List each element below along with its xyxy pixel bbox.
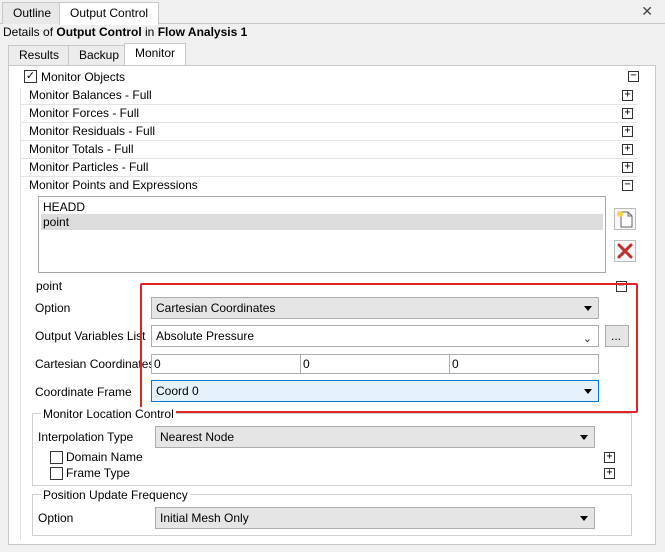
- details-object: Output Control: [56, 25, 142, 39]
- collapse-icon[interactable]: −: [622, 180, 633, 191]
- expand-icon[interactable]: +: [604, 468, 615, 479]
- update-option-value: Initial Mesh Only: [160, 511, 249, 525]
- new-item-button[interactable]: [614, 208, 636, 230]
- dropdown-arrow-icon: [580, 435, 588, 440]
- expand-icon[interactable]: +: [622, 162, 633, 173]
- delete-button[interactable]: [614, 240, 636, 262]
- points-listbox[interactable]: HEADD point: [38, 196, 606, 273]
- monitor-location-title: Monitor Location Control: [41, 407, 176, 421]
- new-item-icon: [617, 211, 633, 228]
- section-monitor-residuals[interactable]: Monitor Residuals - Full: [29, 123, 155, 139]
- section-monitor-points[interactable]: Monitor Points and Expressions: [29, 177, 198, 193]
- details-analysis: Flow Analysis 1: [157, 25, 248, 39]
- section-monitor-balances[interactable]: Monitor Balances - Full: [29, 87, 152, 103]
- interpolation-value: Nearest Node: [160, 430, 235, 444]
- tab-outline[interactable]: Outline: [2, 2, 63, 24]
- collapse-icon[interactable]: −: [628, 71, 639, 82]
- update-option-select[interactable]: Initial Mesh Only: [155, 507, 595, 529]
- expand-icon[interactable]: +: [604, 452, 615, 463]
- domain-name-checkbox[interactable]: [50, 451, 63, 464]
- output-vars-label: Output Variables List: [35, 329, 146, 343]
- option-label: Option: [35, 301, 71, 315]
- delete-icon: [617, 243, 633, 259]
- expand-icon[interactable]: +: [622, 90, 633, 101]
- expand-icon[interactable]: +: [622, 126, 633, 137]
- list-item-selected[interactable]: point: [41, 214, 603, 230]
- interpolation-label: Interpolation Type: [38, 430, 134, 444]
- details-header: Details of Output Control in Flow Analys…: [3, 24, 247, 40]
- domain-name-label: Domain Name: [66, 450, 143, 464]
- dropdown-arrow-icon: [580, 516, 588, 521]
- monitor-objects-label: Monitor Objects: [41, 70, 126, 84]
- close-icon[interactable]: ✕: [641, 3, 653, 20]
- section-monitor-particles[interactable]: Monitor Particles - Full: [29, 159, 148, 175]
- highlight-box: [140, 283, 638, 413]
- list-item[interactable]: HEADD: [41, 199, 603, 215]
- cartesian-label: Cartesian Coordinates: [35, 357, 155, 371]
- frame-type-label: Frame Type: [66, 466, 130, 480]
- coordinate-frame-label: Coordinate Frame: [35, 385, 132, 399]
- expand-icon[interactable]: +: [622, 144, 633, 155]
- tab-output-control[interactable]: Output Control: [59, 2, 160, 25]
- details-prefix: Details of: [3, 25, 57, 39]
- tab-results[interactable]: Results: [8, 45, 71, 65]
- monitor-objects-checkbox[interactable]: ✓: [24, 70, 37, 83]
- expand-icon[interactable]: +: [622, 108, 633, 119]
- section-monitor-totals[interactable]: Monitor Totals - Full: [29, 141, 133, 157]
- frame-type-checkbox[interactable]: [50, 467, 63, 480]
- update-option-label: Option: [38, 511, 74, 525]
- tree-guide: [20, 88, 21, 540]
- details-mid: in: [141, 25, 158, 39]
- point-section-label: point: [36, 279, 63, 293]
- tab-monitor[interactable]: Monitor: [124, 43, 187, 66]
- interpolation-select[interactable]: Nearest Node: [155, 426, 595, 448]
- section-monitor-forces[interactable]: Monitor Forces - Full: [29, 105, 139, 121]
- tab-backup[interactable]: Backup: [68, 45, 131, 65]
- update-frequency-title: Position Update Frequency: [41, 488, 190, 502]
